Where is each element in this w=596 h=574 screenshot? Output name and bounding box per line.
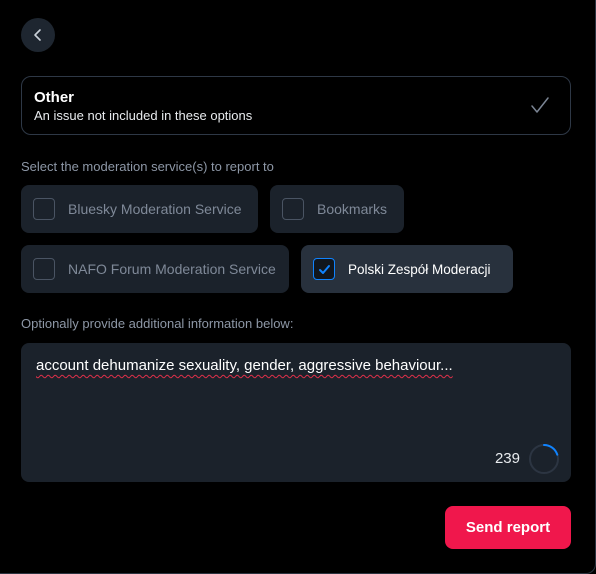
report-dialog: Other An issue not included in these opt…: [0, 0, 596, 574]
checkmark-icon: [531, 97, 549, 113]
back-button[interactable]: [21, 18, 55, 52]
service-option-bluesky[interactable]: Bluesky Moderation Service: [21, 185, 258, 233]
checkbox[interactable]: [33, 258, 55, 280]
checkbox-checked[interactable]: [313, 258, 335, 280]
selected-reason-card[interactable]: Other An issue not included in these opt…: [21, 76, 571, 135]
send-report-button[interactable]: Send report: [445, 506, 571, 549]
service-label: Bookmarks: [317, 201, 388, 217]
checkmark-icon: [318, 264, 330, 274]
char-progress-ring-icon: [529, 444, 559, 474]
checkbox[interactable]: [33, 198, 55, 220]
services-label: Select the moderation service(s) to repo…: [21, 159, 274, 174]
service-label: Polski Zespół Moderacji: [348, 261, 491, 277]
reason-description: An issue not included in these options: [34, 108, 253, 123]
reason-title: Other: [34, 89, 75, 106]
details-text[interactable]: account dehumanize sexuality, gender, ag…: [36, 357, 453, 374]
chevron-left-icon: [34, 29, 41, 41]
service-label: Bluesky Moderation Service: [68, 201, 242, 217]
service-option-bookmarks[interactable]: Bookmarks: [270, 185, 404, 233]
details-textarea[interactable]: account dehumanize sexuality, gender, ag…: [21, 343, 571, 482]
checkbox[interactable]: [282, 198, 304, 220]
service-label: NAFO Forum Moderation Service: [68, 261, 276, 277]
service-option-nafo[interactable]: NAFO Forum Moderation Service: [21, 245, 289, 293]
service-option-polski[interactable]: Polski Zespół Moderacji: [301, 245, 513, 293]
details-label: Optionally provide additional informatio…: [21, 316, 294, 331]
char-count: 239: [494, 450, 520, 467]
